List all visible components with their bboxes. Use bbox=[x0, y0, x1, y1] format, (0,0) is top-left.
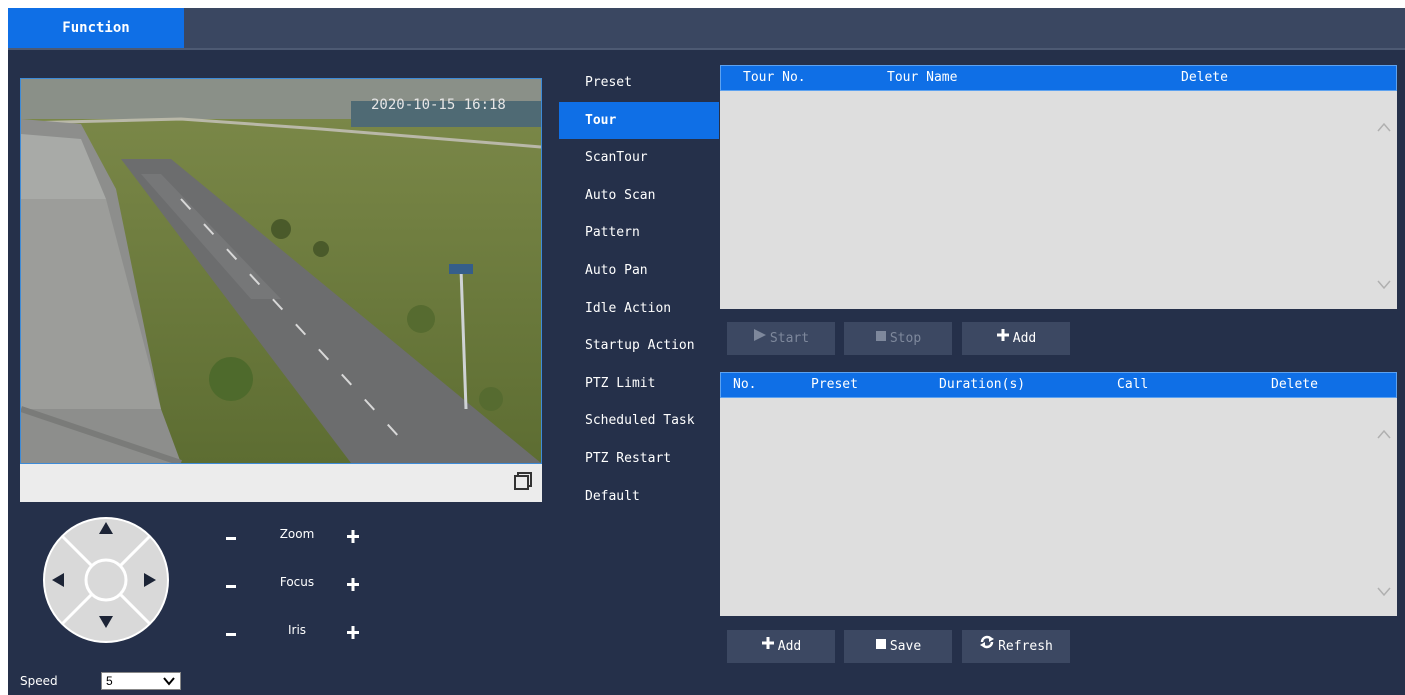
ptz-down-icon[interactable] bbox=[98, 614, 114, 630]
focus-plus-button[interactable] bbox=[342, 572, 362, 596]
refresh-button[interactable]: Refresh bbox=[962, 630, 1070, 663]
ptz-center-button[interactable] bbox=[87, 561, 125, 599]
menu-item-auto-scan[interactable]: Auto Scan bbox=[559, 177, 719, 215]
focus-control: Focus bbox=[222, 572, 382, 596]
scroll-up-icon[interactable] bbox=[1377, 428, 1391, 439]
video-footer bbox=[20, 464, 542, 502]
refresh-icon bbox=[979, 630, 995, 663]
fullscreen-icon[interactable] bbox=[514, 472, 532, 490]
zoom-minus-button[interactable] bbox=[222, 524, 242, 548]
column-header-delete: Delete bbox=[1271, 377, 1318, 392]
video-frame-image: 2020-10-15 16:18 bbox=[21, 79, 541, 463]
column-header-delete: Delete bbox=[1181, 70, 1228, 85]
live-video[interactable]: 2020-10-15 16:18 bbox=[20, 78, 542, 464]
save-icon bbox=[875, 630, 887, 663]
svg-text:2020-10-15 16:18: 2020-10-15 16:18 bbox=[371, 97, 506, 113]
zoom-plus-button[interactable] bbox=[342, 524, 362, 548]
stop-icon bbox=[875, 322, 887, 355]
zoom-control: Zoom bbox=[222, 524, 382, 548]
menu-item-preset[interactable]: Preset bbox=[559, 64, 719, 102]
video-panel: 2020-10-15 16:18 bbox=[20, 78, 542, 502]
add-tour-button[interactable]: Add bbox=[962, 322, 1070, 355]
tour-preset-table: No. Preset Duration(s) Call Delete bbox=[720, 372, 1397, 616]
preset-table-header: No. Preset Duration(s) Call Delete bbox=[720, 372, 1397, 398]
menu-item-tour[interactable]: Tour bbox=[559, 101, 719, 140]
tour-table: Tour No. Tour Name Delete bbox=[720, 65, 1397, 309]
speed-select[interactable]: 5 bbox=[101, 672, 181, 690]
app-frame: Function 2020-10-15 16:18 Zoom Focus Iri… bbox=[8, 8, 1405, 695]
menu-item-ptz-restart[interactable]: PTZ Restart bbox=[559, 440, 719, 478]
column-header-call: Call bbox=[1117, 377, 1149, 392]
column-header-duration: Duration(s) bbox=[939, 377, 1026, 392]
tour-table-header: Tour No. Tour Name Delete bbox=[720, 65, 1397, 91]
save-button[interactable]: Save bbox=[844, 630, 952, 663]
menu-item-ptz-limit[interactable]: PTZ Limit bbox=[559, 365, 719, 403]
chevron-down-icon bbox=[162, 674, 176, 692]
menu-item-default[interactable]: Default bbox=[559, 478, 719, 516]
menu-item-pattern[interactable]: Pattern bbox=[559, 214, 719, 252]
iris-control: Iris bbox=[222, 620, 382, 644]
focus-minus-button[interactable] bbox=[222, 572, 242, 596]
column-header-tour-no: Tour No. bbox=[743, 70, 806, 85]
tab-function[interactable]: Function bbox=[8, 8, 184, 48]
ptz-right-icon[interactable] bbox=[142, 572, 158, 588]
function-menu: Preset Tour ScanTour Auto Scan Pattern A… bbox=[559, 64, 719, 515]
column-header-no: No. bbox=[733, 377, 757, 392]
iris-label: Iris bbox=[287, 623, 307, 637]
add-preset-button[interactable]: Add bbox=[727, 630, 835, 663]
menu-item-auto-pan[interactable]: Auto Pan bbox=[559, 252, 719, 290]
play-icon bbox=[753, 322, 767, 355]
scroll-down-icon[interactable] bbox=[1377, 279, 1391, 290]
menu-item-idle-action[interactable]: Idle Action bbox=[559, 290, 719, 328]
scroll-down-icon[interactable] bbox=[1377, 586, 1391, 597]
focus-label: Focus bbox=[279, 575, 315, 589]
zoom-label: Zoom bbox=[279, 527, 315, 541]
top-bar: Function bbox=[8, 8, 1405, 50]
scroll-up-icon[interactable] bbox=[1377, 121, 1391, 132]
ptz-left-icon[interactable] bbox=[50, 572, 66, 588]
stop-button[interactable]: Stop bbox=[844, 322, 952, 355]
speed-label: Speed bbox=[20, 674, 58, 688]
ptz-up-icon[interactable] bbox=[98, 520, 114, 536]
iris-plus-button[interactable] bbox=[342, 620, 362, 644]
start-button[interactable]: Start bbox=[727, 322, 835, 355]
menu-item-scantour[interactable]: ScanTour bbox=[559, 139, 719, 177]
iris-minus-button[interactable] bbox=[222, 620, 242, 644]
plus-icon bbox=[996, 322, 1010, 355]
menu-item-startup-action[interactable]: Startup Action bbox=[559, 327, 719, 365]
speed-value: 5 bbox=[106, 674, 113, 688]
menu-item-scheduled-task[interactable]: Scheduled Task bbox=[559, 402, 719, 440]
plus-icon bbox=[761, 630, 775, 663]
column-header-preset: Preset bbox=[811, 377, 858, 392]
column-header-tour-name: Tour Name bbox=[887, 70, 958, 85]
